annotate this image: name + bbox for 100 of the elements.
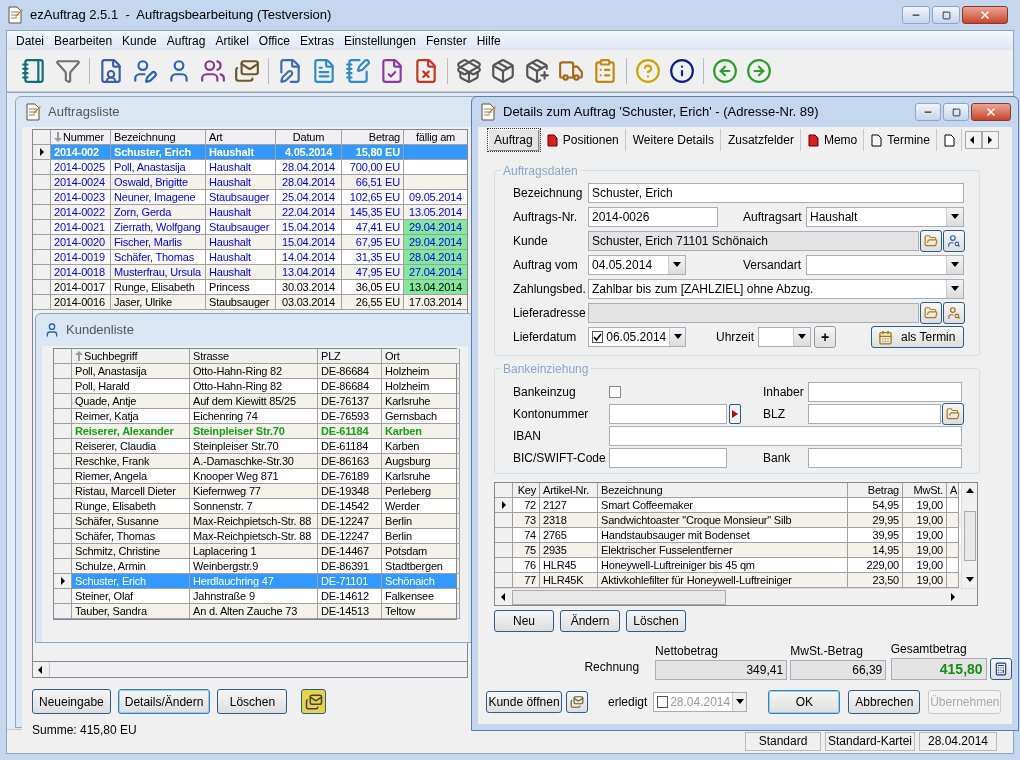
action-button[interactable]: Neueingabe (32, 689, 111, 714)
text-field[interactable]: Schuster, Erich 71101 Schönaich (588, 231, 919, 251)
text-field[interactable]: 66,39 (790, 660, 887, 680)
back-icon[interactable] (712, 57, 738, 84)
person-pen-icon[interactable] (132, 57, 158, 84)
checkbox[interactable] (592, 331, 604, 343)
menu-item[interactable]: Datei (11, 31, 49, 50)
tab-scroll-left-button[interactable] (964, 131, 982, 149)
folder-button[interactable] (920, 302, 942, 324)
table-row[interactable]: 77 HLR45K Aktivkohlefilter für Honeywell-Luftreiniger 23,50 19,00 (495, 573, 961, 588)
row-header[interactable] (54, 574, 72, 589)
filter-icon[interactable] (55, 57, 81, 84)
dropdown-button[interactable] (946, 256, 963, 274)
tab[interactable]: Termine (865, 129, 937, 151)
menu-item[interactable]: Auftrag (161, 31, 211, 50)
box-icon[interactable] (490, 57, 516, 84)
tab[interactable]: Zusatzfelder (721, 129, 801, 151)
text-field[interactable]: 2014-0026 (588, 207, 718, 227)
person-search-button[interactable] (943, 302, 965, 324)
notebook-icon[interactable] (21, 57, 47, 84)
table-row[interactable]: 72 2127 Smart Coffeemaker 54,95 19,00 (495, 498, 961, 513)
text-field[interactable]: 349,41 (655, 660, 788, 680)
column-header[interactable]: Datum (276, 130, 342, 145)
table-row[interactable]: 2014-0021 Zierrath, Wolfgang Staubsauger 15.04.2014 47,41 EU 29.04.2014 (33, 220, 467, 235)
menu-item[interactable]: Bearbeiten (49, 31, 118, 50)
cancel-button[interactable]: Abbrechen (848, 690, 921, 714)
text-field[interactable] (808, 448, 962, 468)
tab[interactable]: Memo (801, 129, 865, 151)
text-field[interactable] (609, 426, 962, 446)
tab[interactable]: Auftrag (488, 129, 540, 151)
help-icon[interactable] (635, 57, 661, 84)
box-plus-icon[interactable] (524, 57, 550, 84)
document-check-icon[interactable] (379, 57, 405, 84)
column-header[interactable]: PLZ (318, 349, 382, 364)
checkbox[interactable] (609, 386, 621, 398)
menu-item[interactable]: Office (253, 31, 295, 50)
close-button[interactable] (962, 6, 1008, 24)
menu-item[interactable]: Artikel (210, 31, 254, 50)
tab[interactable]: Positionen (540, 129, 626, 151)
dropdown-field[interactable]: Haushalt (806, 207, 964, 227)
menu-item[interactable]: Einstellungen (338, 31, 421, 50)
column-header[interactable]: MwSt. (903, 483, 947, 498)
row-header[interactable] (495, 498, 513, 513)
document-person-icon[interactable] (98, 57, 124, 84)
dropdown-button[interactable] (946, 208, 963, 226)
table-row[interactable]: 2014-0018 Musterfrau, Ursula Haushalt 13.04.2014 47,95 EU 27.04.2014 (33, 265, 467, 280)
text-field[interactable]: Schuster, Erich (588, 183, 964, 203)
maximize-button[interactable] (932, 6, 960, 24)
row-header[interactable] (33, 145, 51, 160)
dropdown-field[interactable] (806, 255, 964, 275)
maximize-button[interactable] (943, 103, 969, 121)
envelopes-button[interactable] (566, 691, 588, 713)
action-button[interactable]: Details/Ändern (117, 689, 211, 714)
forward-icon[interactable] (746, 57, 772, 84)
table-row[interactable]: 2014-0023 Neuner, Imagene Staubsauger 25.04.2014 102,65 EU 09.05.2014 (33, 190, 467, 205)
table-row[interactable]: 2014-0016 Jaser, Ulrike Staubsauger 03.03.2014 26,55 EU 17.03.2014 (33, 295, 467, 310)
column-header[interactable]: Bezeichnung (111, 130, 206, 145)
text-field[interactable] (609, 404, 727, 424)
dropdown-button[interactable] (668, 256, 685, 274)
action-button[interactable]: Ändern (560, 610, 620, 632)
text-field[interactable] (808, 404, 941, 424)
dropdown-field[interactable]: Zahlbar bis zum [ZAHLZIEL] ohne Abzug. (588, 279, 964, 299)
open-customer-button[interactable]: Kunde öffnen (486, 691, 562, 713)
notepad-pen-icon[interactable] (345, 57, 371, 84)
clipboard-icon[interactable] (592, 57, 618, 84)
table-row[interactable]: 73 2318 Sandwichtoaster "Croque Monsieur" Silb 29,95 19,00 (495, 513, 961, 528)
dropdown-field[interactable]: 04.05.2014 (588, 255, 686, 275)
folder-button[interactable] (920, 230, 942, 252)
action-button[interactable]: Löschen (626, 610, 686, 632)
close-button[interactable] (971, 103, 1011, 121)
menu-item[interactable]: Kunde (117, 31, 162, 50)
menu-item[interactable]: Hilfe (471, 31, 506, 50)
document-pen-icon[interactable] (277, 57, 303, 84)
tab[interactable]: Weitere Details (626, 129, 721, 151)
document-icon[interactable] (311, 57, 337, 84)
envelopes-icon[interactable] (234, 57, 260, 84)
minimize-button[interactable] (902, 6, 930, 24)
table-row[interactable]: 2014-0020 Fischer, Marlis Haushalt 15.04.2014 67,95 EU 29.04.2014 (33, 235, 467, 250)
column-header[interactable]: Suchbegriff (72, 349, 190, 364)
text-field[interactable] (609, 448, 727, 468)
appointment-button[interactable]: als Termin (871, 326, 964, 348)
document-x-icon[interactable] (413, 57, 439, 84)
dropdown-field[interactable] (758, 327, 811, 347)
table-row[interactable]: 76 HLR45 Honeywell-Luftreiniger bis 45 qm 229,00 19,00 (495, 558, 961, 573)
menu-item[interactable]: Fenster (421, 31, 472, 50)
table-row[interactable]: 75 2935 Elektrischer Fusselentferner 14,95 19,00 (495, 543, 961, 558)
table-row[interactable]: 2014-0022 Zorn, Gerda Haushalt 22.04.2014 145,35 EU 13.05.2014 (33, 205, 467, 220)
column-header[interactable]: Betrag (342, 130, 404, 145)
column-header[interactable]: Nummer (51, 130, 111, 145)
dropdown-field[interactable]: 06.05.2014 (588, 327, 686, 347)
open-box-icon[interactable] (456, 57, 482, 84)
ok-button[interactable]: OK (768, 690, 841, 714)
horizontal-scrollbar[interactable] (32, 662, 468, 678)
column-header[interactable]: Artikel-Nr. (540, 483, 598, 498)
minimize-button[interactable] (915, 103, 941, 121)
action-button[interactable]: Neu (494, 610, 554, 632)
info-icon[interactable] (669, 57, 695, 84)
table-row[interactable]: 2014-0024 Oswald, Brigitte Haushalt 28.04.2014 66,51 EU (33, 175, 467, 190)
envelopes-button[interactable] (301, 689, 327, 714)
table-row[interactable]: 2014-0025 Poll, Anastasija Haushalt 28.04.2014 700,00 EU (33, 160, 467, 175)
